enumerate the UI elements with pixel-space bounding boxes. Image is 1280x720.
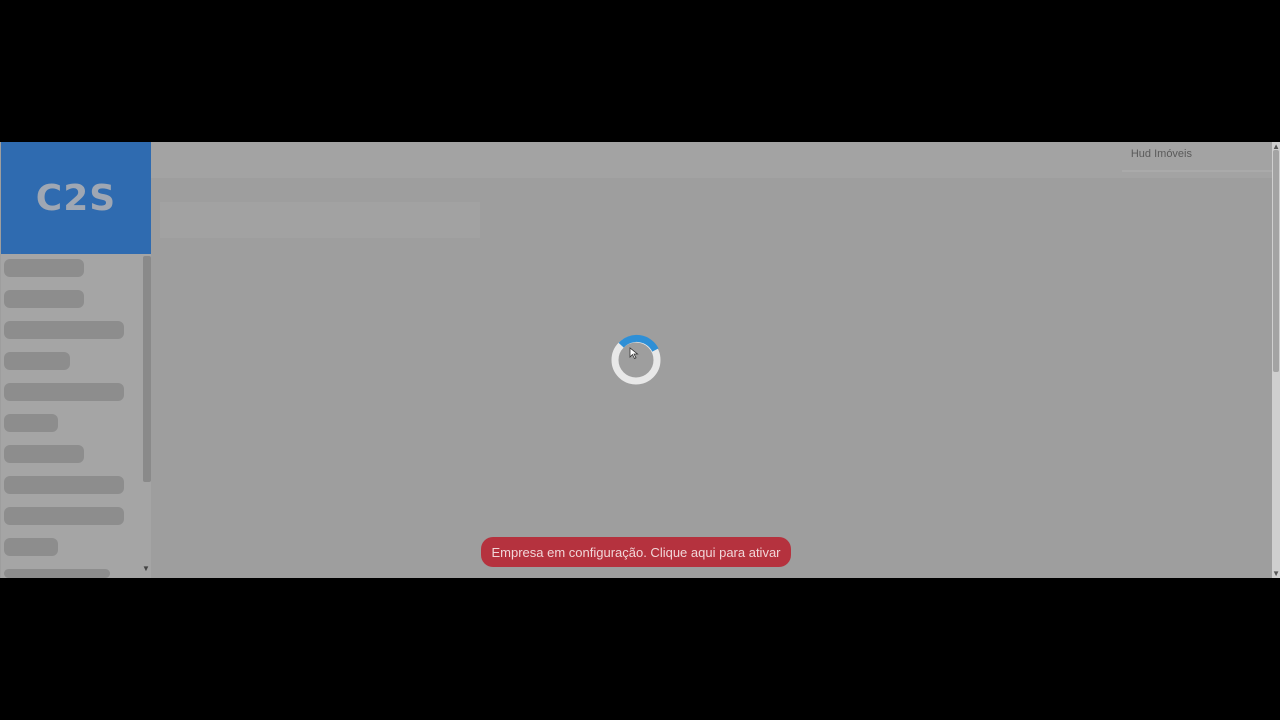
sidebar-item-placeholder[interactable] [4, 321, 124, 339]
sidebar-item-placeholder[interactable] [4, 507, 124, 525]
scroll-down-arrow-icon[interactable]: ▼ [1272, 569, 1280, 578]
logo-text: C2S [35, 177, 117, 219]
mouse-cursor-icon [629, 347, 639, 360]
sidebar-item-placeholder[interactable] [4, 538, 58, 556]
sidebar-item-placeholder[interactable] [4, 414, 58, 432]
sidebar-item-placeholder[interactable] [4, 352, 70, 370]
sidebar-item-placeholder[interactable] [4, 569, 110, 578]
sidebar-item-placeholder[interactable] [4, 476, 124, 494]
activation-banner-text: Empresa em configuração. Clique aqui par… [491, 544, 781, 560]
page-scrollbar[interactable]: ▲ ▼ [1272, 142, 1280, 578]
app-window: C2S Hud Imóveis ▼ ▲ ▼ Empresa em configu… [0, 142, 1280, 578]
top-bar: Hud Imóveis [151, 142, 1272, 178]
app-logo[interactable]: C2S [1, 142, 151, 254]
page-scroll-thumb[interactable] [1273, 150, 1279, 372]
company-name-underline [1122, 170, 1272, 172]
sidebar: ▼ [1, 254, 151, 578]
scroll-down-arrow-icon[interactable]: ▼ [142, 564, 150, 573]
activation-banner-button[interactable]: Empresa em configuração. Clique aqui par… [481, 537, 791, 567]
sidebar-item-placeholder[interactable] [4, 259, 84, 277]
sidebar-item-placeholder[interactable] [4, 290, 84, 308]
sidebar-scrollbar[interactable] [143, 256, 151, 482]
sidebar-item-placeholder[interactable] [4, 383, 124, 401]
company-name-menu[interactable]: Hud Imóveis [1131, 148, 1192, 160]
breadcrumb-placeholder [160, 202, 480, 238]
loading-spinner-icon [611, 334, 661, 385]
sidebar-item-placeholder[interactable] [4, 445, 84, 463]
